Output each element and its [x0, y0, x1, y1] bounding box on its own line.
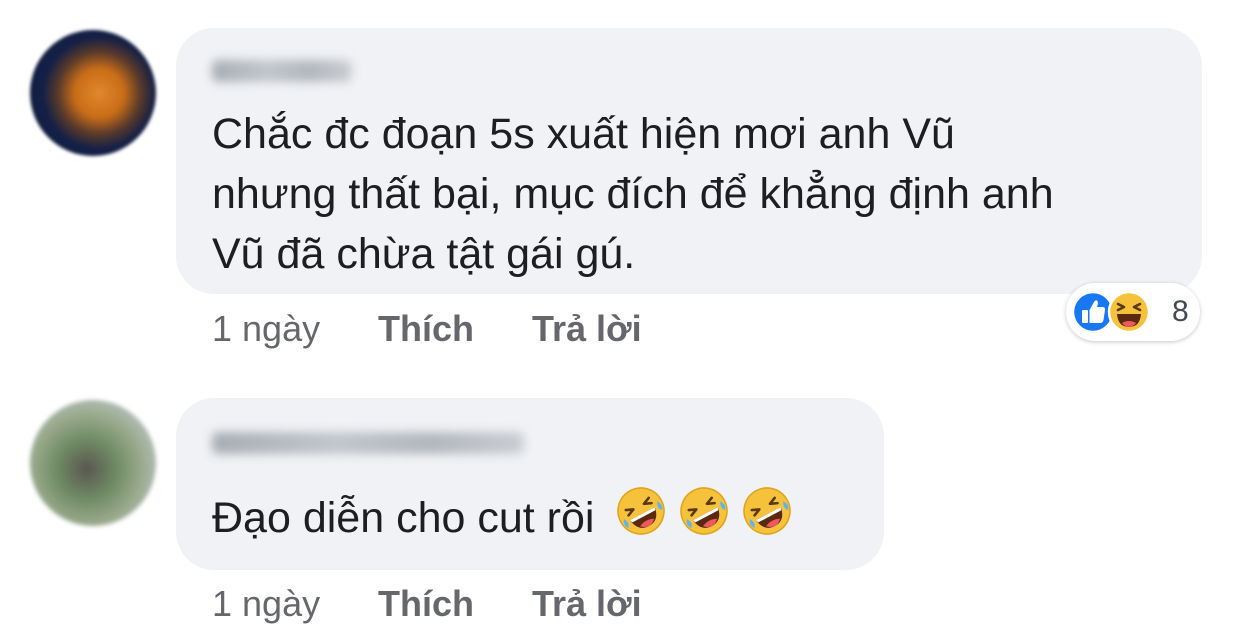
avatar[interactable] — [30, 400, 156, 526]
comment-bubble: Chắc đc đoạn 5s xuất hiện mơi anh Vũ như… — [176, 28, 1202, 294]
comment-text: Chắc đc đoạn 5s xuất hiện mơi anh Vũ như… — [212, 104, 1054, 284]
comment-text-line: Vũ đã chừa tật gái gú. — [212, 230, 636, 278]
like-button[interactable]: Thích — [378, 309, 474, 349]
reply-button[interactable]: Trả lời — [532, 309, 642, 349]
blurred-author-name[interactable] — [212, 60, 352, 82]
comment-text: Đạo diễn cho cut rồi — [212, 484, 803, 554]
rofl-icon — [680, 487, 729, 535]
comment-text-line: Chắc đc đoạn 5s xuất hiện mơi anh Vũ — [212, 110, 955, 158]
comment-text-line: nhưng thất bại, mục đích để khẳng định a… — [212, 170, 1054, 218]
comment-text-line: Đạo diễn cho cut rồi — [212, 494, 595, 542]
rofl-icon — [743, 487, 792, 535]
comment-timestamp[interactable]: 1 ngày — [212, 583, 320, 624]
rofl-icon — [617, 487, 666, 535]
blurred-author-name[interactable] — [212, 432, 524, 454]
haha-icon — [1107, 290, 1151, 334]
comment-bubble: Đạo diễn cho cut rồi — [176, 398, 884, 570]
reaction-count: 8 — [1172, 295, 1189, 328]
reaction-summary[interactable]: 8 — [1066, 283, 1200, 341]
comment-actions: 1 ngày Thích Trả lời — [212, 308, 642, 349]
like-button[interactable]: Thích — [378, 584, 474, 624]
reply-button[interactable]: Trả lời — [532, 584, 642, 624]
avatar[interactable] — [30, 30, 156, 156]
emoji-group — [614, 484, 803, 554]
comment-thread: Chắc đc đoạn 5s xuất hiện mơi anh Vũ như… — [0, 0, 1242, 642]
comment-timestamp[interactable]: 1 ngày — [212, 308, 320, 349]
comment-actions: 1 ngày Thích Trả lời — [212, 583, 642, 624]
